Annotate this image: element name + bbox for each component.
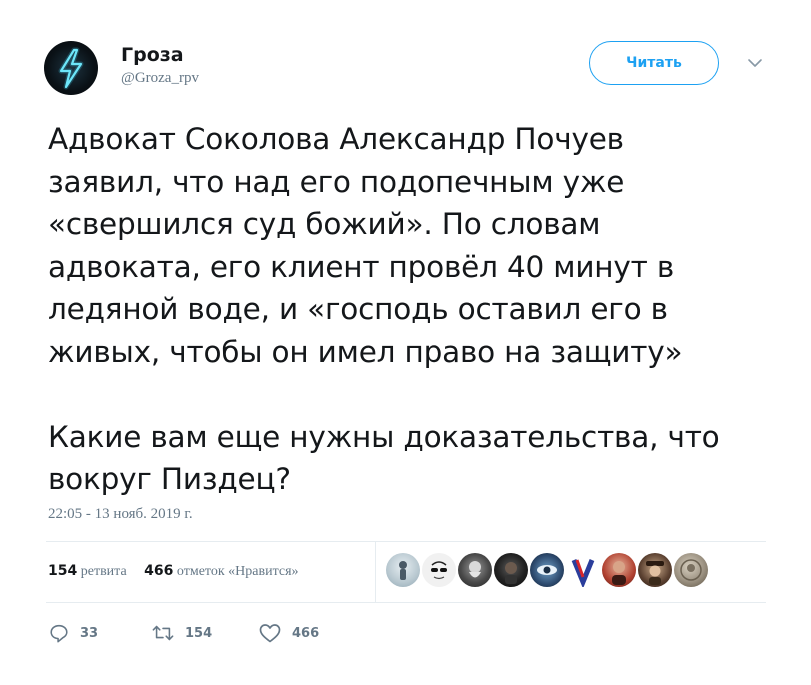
retweets-count[interactable]: 154 (48, 563, 77, 579)
liker-avatar-1[interactable] (386, 553, 420, 587)
like-action[interactable]: 466 (258, 622, 319, 644)
retweet-icon (152, 625, 174, 641)
liker-avatar-7[interactable] (602, 553, 636, 587)
liker-avatar-9[interactable] (674, 553, 708, 587)
avatar-portrait-icon (612, 561, 626, 585)
tweet-timestamp[interactable]: 22:05 - 13 нояб. 2019 г. (48, 506, 193, 523)
avatar-sunglasses-icon (431, 561, 447, 580)
stats-separator (375, 542, 376, 602)
tweet-text: Адвокат Соколова Александр Почуев заявил… (48, 122, 720, 496)
avatar-figure-icon (399, 561, 407, 580)
divider-top (46, 541, 766, 542)
liker-avatar-4[interactable] (494, 553, 528, 587)
liker-avatar-5[interactable] (530, 553, 564, 587)
chevron-down-icon[interactable] (745, 56, 765, 70)
avatar-hat-icon (646, 561, 664, 585)
avatar-dark-icon (505, 562, 517, 584)
reply-count: 33 (80, 625, 99, 641)
lightning-bolt-icon (58, 47, 84, 90)
reply-action[interactable]: 33 (48, 622, 98, 644)
account-handle[interactable]: @Groza_rpv (121, 70, 199, 87)
avatar-v-letter-icon (571, 559, 595, 589)
likes-label[interactable]: отметок «Нравится» (177, 564, 299, 579)
reply-icon (50, 624, 68, 643)
avatar-bearded-icon (469, 561, 481, 578)
avatar-eye-icon (537, 565, 557, 575)
account-name[interactable]: Гроза (121, 44, 184, 66)
liker-avatar-8[interactable] (638, 553, 672, 587)
liker-avatar-3[interactable] (458, 553, 492, 587)
likes-count[interactable]: 466 (144, 563, 173, 579)
retweet-count: 154 (185, 625, 213, 641)
heart-icon (259, 624, 281, 643)
retweets-label[interactable]: ретвита (81, 564, 127, 579)
follow-button[interactable]: Читать (589, 41, 719, 85)
divider-bottom (46, 602, 766, 603)
retweet-action[interactable]: 154 (151, 622, 212, 644)
like-count: 466 (292, 625, 320, 641)
account-avatar[interactable] (44, 41, 98, 95)
liker-avatar-2[interactable] (422, 553, 456, 587)
avatar-coin-icon (680, 559, 702, 581)
tweet-stats: 154 ретвита 466 отметок «Нравится» (48, 563, 299, 580)
liker-avatar-6[interactable] (566, 553, 600, 589)
